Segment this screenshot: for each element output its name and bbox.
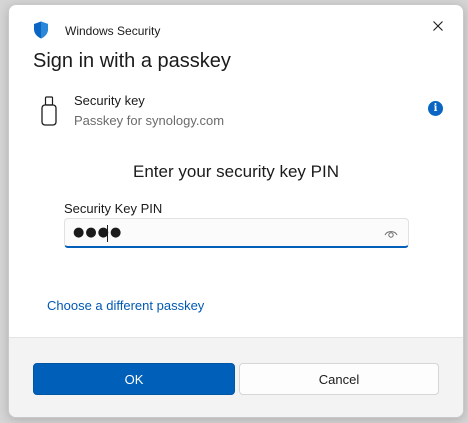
key-subtitle: Passkey for synology.com xyxy=(74,113,225,128)
close-button[interactable] xyxy=(425,13,451,39)
app-name: Windows Security xyxy=(65,24,161,38)
pin-input[interactable]: ●●●● xyxy=(64,218,409,248)
pin-value: ●●●● xyxy=(73,225,123,240)
key-title: Security key xyxy=(74,93,145,108)
eye-icon[interactable] xyxy=(384,227,398,239)
ok-button[interactable]: OK xyxy=(33,363,235,395)
info-icon[interactable]: i xyxy=(428,101,443,116)
pin-prompt: Enter your security key PIN xyxy=(133,162,339,181)
text-caret xyxy=(107,225,108,242)
passkey-dialog: Windows Security Sign in with a passkey … xyxy=(8,4,464,418)
security-key-info: Security key Passkey for synology.com i xyxy=(33,93,443,137)
choose-different-passkey-link[interactable]: Choose a different passkey xyxy=(47,298,204,313)
button-footer: OK Cancel xyxy=(9,337,463,417)
dialog-heading: Sign in with a passkey xyxy=(33,50,231,72)
usb-key-icon xyxy=(41,96,57,126)
shield-icon xyxy=(33,21,49,39)
close-icon xyxy=(433,21,443,31)
title-bar: Windows Security xyxy=(9,5,463,53)
cancel-button[interactable]: Cancel xyxy=(239,363,439,395)
pin-label: Security Key PIN xyxy=(64,201,163,216)
